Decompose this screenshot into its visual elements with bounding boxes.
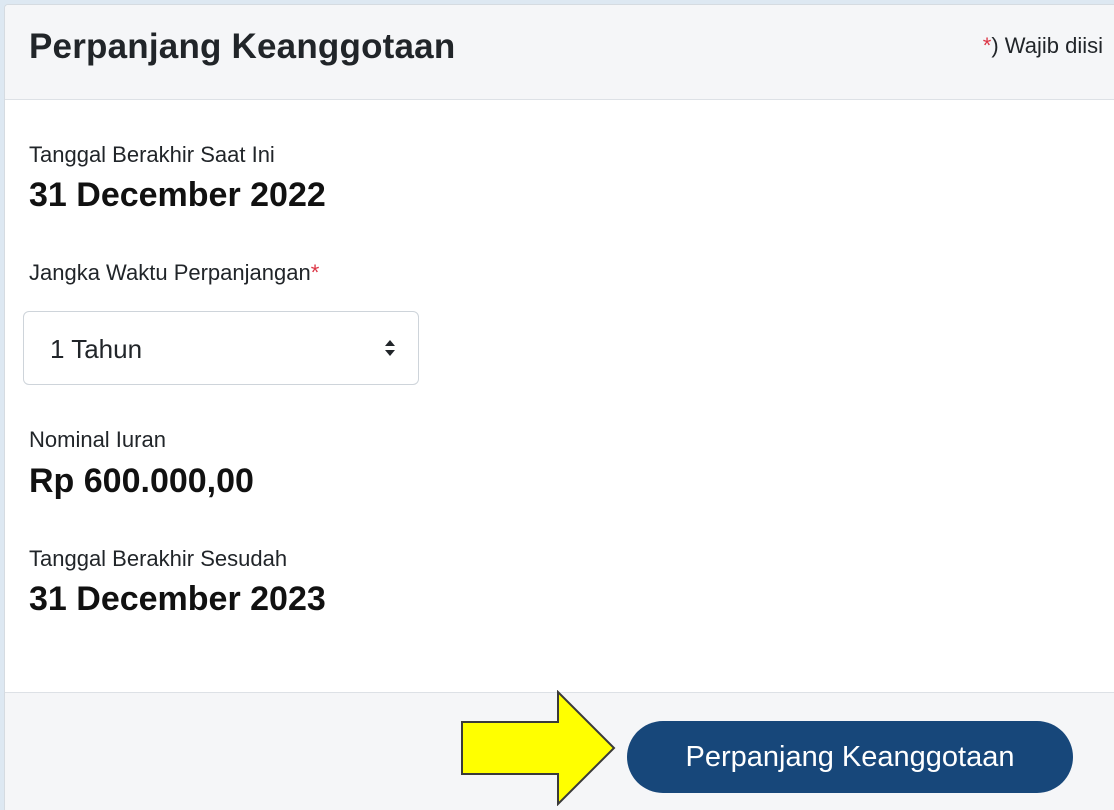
duration-select[interactable]: 1 Tahun [23,311,419,385]
required-note-text: ) Wajib diisi [991,33,1103,58]
duration-required-star: * [310,260,320,285]
fee-value: Rp 600.000,00 [29,462,254,500]
new-end-label: Tanggal Berakhir Sesudah [29,546,288,571]
renew-membership-button[interactable]: Perpanjang Keanggotaan [627,721,1073,793]
current-end-label: Tanggal Berakhir Saat Ini [29,142,275,167]
duration-label: Jangka Waktu Perpanjangan* [29,260,319,286]
form-body: Tanggal Berakhir Saat Ini 31 December 20… [5,100,1114,692]
fee-label: Nominal Iuran [29,427,166,452]
new-end-value: 31 December 2023 [29,580,326,618]
sort-caret-icon [385,340,395,356]
current-end-value: 31 December 2022 [29,176,326,214]
arrow-right-icon [461,690,616,806]
duration-label-text: Jangka Waktu Perpanjangan [29,260,311,285]
duration-selected-value: 1 Tahun [50,334,143,364]
required-note: *) Wajib diisi [983,33,1103,59]
page-title: Perpanjang Keanggotaan [29,27,456,66]
card-header: Perpanjang Keanggotaan *) Wajib diisi [5,5,1114,100]
